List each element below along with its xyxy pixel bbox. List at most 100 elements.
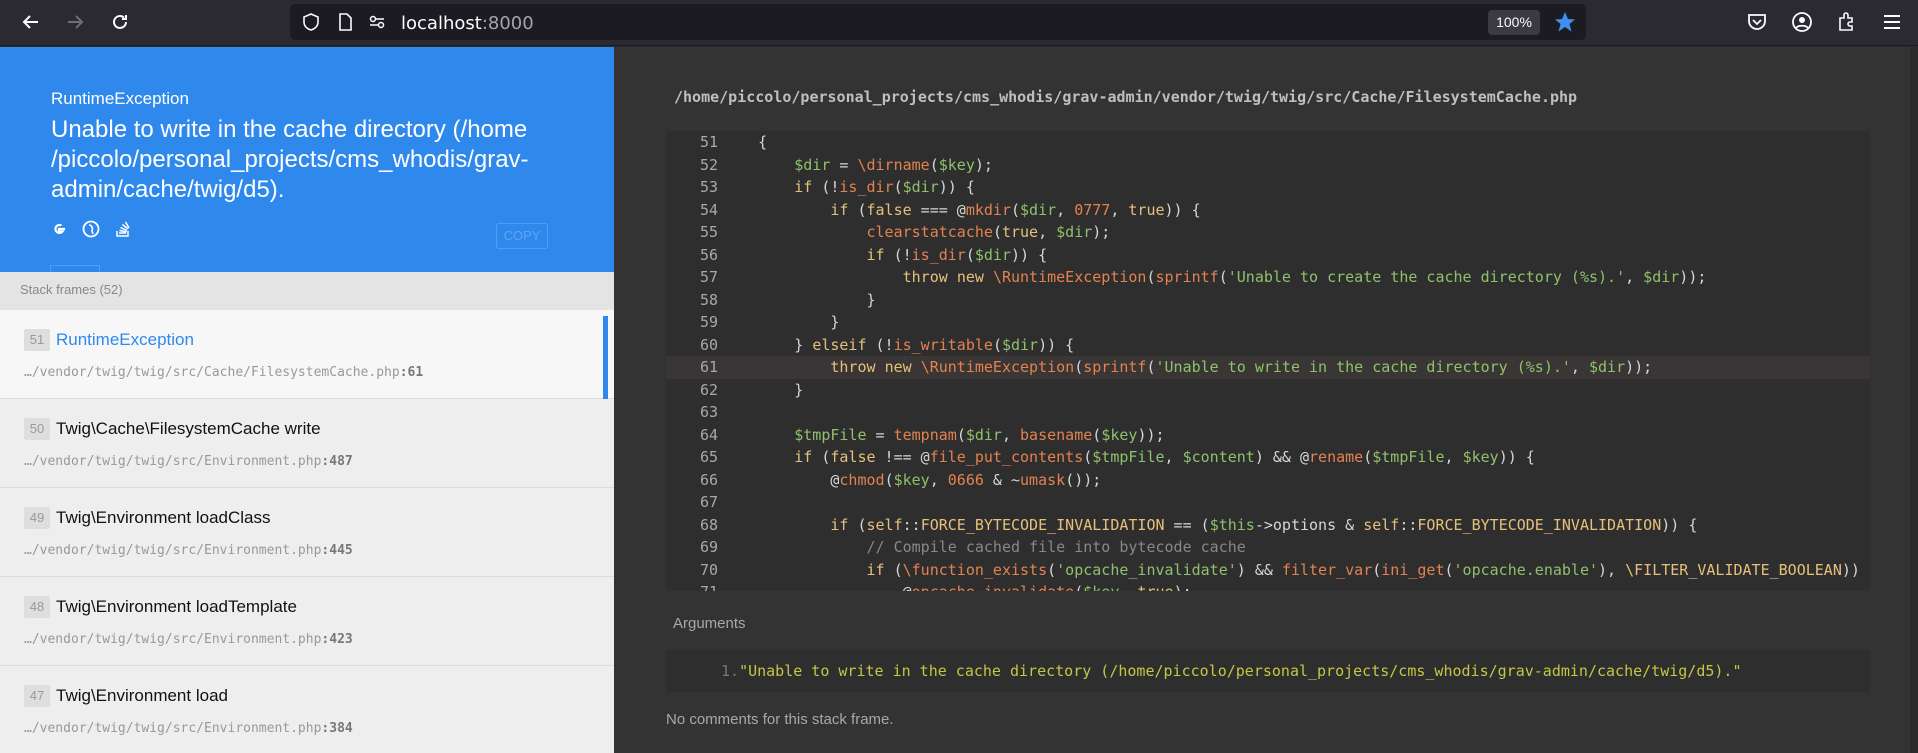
search-links	[50, 220, 132, 238]
url-bar[interactable]: localhost:8000 100%	[290, 4, 1586, 40]
line-code: }	[722, 380, 804, 399]
line-number: 54	[699, 200, 718, 219]
stack-frame-50[interactable]: 50 Twig\Cache\FilesystemCache write …/ven…	[0, 399, 614, 488]
code-line: 68 if (self::FORCE_BYTECODE_INVALIDATION…	[666, 514, 1870, 537]
line-code: {	[722, 133, 768, 151]
account-icon[interactable]	[1790, 10, 1814, 34]
line-code: clearstatcache(true, $dir);	[866, 223, 1111, 241]
shield-icon[interactable]	[302, 13, 320, 31]
google-search-icon[interactable]	[50, 220, 68, 238]
line-number: 62	[699, 380, 718, 399]
code-line: 69 // Compile cached file into bytecode …	[666, 536, 1870, 559]
stack-frames-label: Stack frames (52)	[0, 272, 614, 310]
line-code: $tmpFile = tempnam($dir, basename($key))…	[794, 425, 1165, 444]
code-viewer: 51 {52 $dir = \dirname($key); 53 if (!is_…	[666, 131, 1870, 591]
line-number: 63	[699, 403, 718, 421]
page-icon[interactable]	[336, 13, 354, 31]
frame-file-path: …/vendor/twig/twig/src/Cache/FilesystemC…	[24, 365, 400, 380]
frame-file: …/vendor/twig/twig/src/Environment.php:3…	[24, 721, 590, 736]
menu-icon[interactable]	[1880, 10, 1904, 34]
stack-frame-51[interactable]: 51 RuntimeException …/vendor/twig/twig/sr…	[0, 310, 614, 404]
code-line: 56 if (!is_dir($dir)) {	[666, 244, 1870, 267]
frame-file-line: :423	[321, 632, 353, 647]
frame-file-path: …/vendor/twig/twig/src/Environment.php	[24, 632, 322, 647]
line-number: 64	[699, 425, 718, 444]
code-line: 64 $tmpFile = tempnam($dir, basename($ke…	[666, 424, 1870, 447]
arrow-left-icon	[22, 15, 38, 29]
arguments-label: Arguments	[673, 615, 746, 632]
code-line: 59 }	[666, 311, 1870, 334]
exception-class: RuntimeException	[51, 89, 189, 108]
code-line: 60 } elseif (!is_writable($dir)) {	[666, 334, 1870, 357]
line-code: throw new \RuntimeException(sprintf('Una…	[830, 358, 1653, 376]
line-number: 53	[699, 178, 718, 196]
line-number: 67	[699, 493, 718, 511]
back-button[interactable]	[18, 9, 44, 35]
file-path: /home/piccolo/personal_projects/cms_whod…	[674, 88, 1578, 106]
line-number: 55	[699, 223, 718, 241]
frame-file: …/vendor/twig/twig/src/Environment.php:4…	[24, 454, 590, 469]
line-number: 61	[699, 358, 718, 376]
line-number: 60	[699, 335, 718, 354]
duckduckgo-search-icon[interactable]	[82, 220, 100, 238]
line-code: }	[722, 290, 876, 309]
code-line: 53 if (!is_dir($dir)) {	[666, 176, 1870, 199]
scrollbar[interactable]	[1910, 47, 1918, 753]
bookmark-star-icon[interactable]	[1554, 11, 1576, 33]
no-comments-text: No comments for this stack frame.	[666, 711, 894, 728]
stack-frame-49[interactable]: 49 Twig\Environment loadClass …/vendor/tw…	[0, 488, 614, 577]
frame-number: 50	[24, 418, 50, 440]
exception-message: Unable to write in the cache directory (…	[51, 116, 529, 203]
url-port: :8000	[481, 13, 534, 34]
stack-frame-48[interactable]: 48 Twig\Environment loadTemplate …/vendor…	[0, 577, 614, 666]
frame-number: 51	[24, 329, 50, 351]
frame-number: 47	[24, 685, 50, 707]
line-number: 69	[699, 538, 718, 556]
reload-icon	[113, 14, 127, 29]
line-number: 59	[699, 313, 718, 331]
line-code: if (!is_dir($dir)) {	[866, 245, 1048, 264]
arguments-list: 1."Unable to write in the cache director…	[666, 650, 1870, 692]
code-line: 61 throw new \RuntimeException(sprintf('…	[666, 356, 1870, 379]
stackoverflow-search-icon[interactable]	[114, 220, 132, 238]
frame-file: …/vendor/twig/twig/src/Cache/FilesystemC…	[24, 365, 590, 380]
error-sidebar: RuntimeException Unable to write in the …	[0, 47, 614, 753]
stack-frame-47[interactable]: 47 Twig\Environment load …/vendor/twig/tw…	[0, 666, 614, 753]
reload-button[interactable]	[107, 9, 133, 35]
frame-title: Twig\Environment loadTemplate	[56, 597, 297, 616]
zoom-level-button[interactable]: 100%	[1488, 10, 1540, 35]
code-line: 71 @opcache_invalidate($key, true);	[666, 581, 1870, 591]
argument-index: 1.	[721, 662, 740, 680]
line-number: 70	[699, 560, 718, 579]
stack-frames-list: 51 RuntimeException …/vendor/twig/twig/sr…	[0, 310, 614, 753]
forward-button[interactable]	[62, 9, 88, 35]
code-line: 66 @chmod($key, 0666 & ~umask());	[666, 469, 1870, 492]
frame-file-line: :487	[321, 454, 353, 469]
line-code: if (false !== @file_put_contents($tmpFil…	[794, 448, 1535, 466]
frame-file-path: …/vendor/twig/twig/src/Environment.php	[24, 454, 322, 469]
code-line: 55 clearstatcache(true, $dir);	[666, 221, 1870, 244]
frame-number: 49	[24, 507, 50, 529]
frame-number: 48	[24, 596, 50, 618]
extensions-icon[interactable]	[1835, 10, 1859, 34]
line-number: 65	[699, 448, 718, 466]
pocket-icon[interactable]	[1745, 10, 1769, 34]
line-code: if (false === @mkdir($dir, 0777, true)) …	[830, 200, 1201, 219]
code-line: 51 {	[666, 131, 1870, 154]
code-line: 65 if (false !== @file_put_contents($tmp…	[666, 446, 1870, 469]
line-code: }	[722, 313, 840, 331]
frame-file-path: …/vendor/twig/twig/src/Environment.php	[24, 543, 322, 558]
url-text[interactable]: localhost:8000	[401, 13, 534, 34]
browser-toolbar: localhost:8000 100%	[0, 0, 1918, 46]
line-code: @chmod($key, 0666 & ~umask());	[722, 470, 1102, 489]
code-line: 57 throw new \RuntimeException(sprintf('…	[666, 266, 1870, 289]
line-code: if (\function_exists('opcache_invalidate…	[866, 560, 1871, 579]
site-permissions-icon[interactable]	[368, 13, 386, 31]
line-code: throw new \RuntimeException(sprintf('Una…	[902, 268, 1707, 286]
arrow-right-icon	[68, 15, 84, 29]
argument-value: "Unable to write in the cache directory …	[739, 662, 1742, 680]
code-line: 54 if (false === @mkdir($dir, 0777, true…	[666, 199, 1870, 222]
copy-button[interactable]: COPY	[496, 223, 548, 249]
line-code: // Compile cached file into bytecode cac…	[866, 538, 1246, 556]
frame-file-line: :384	[321, 721, 353, 736]
